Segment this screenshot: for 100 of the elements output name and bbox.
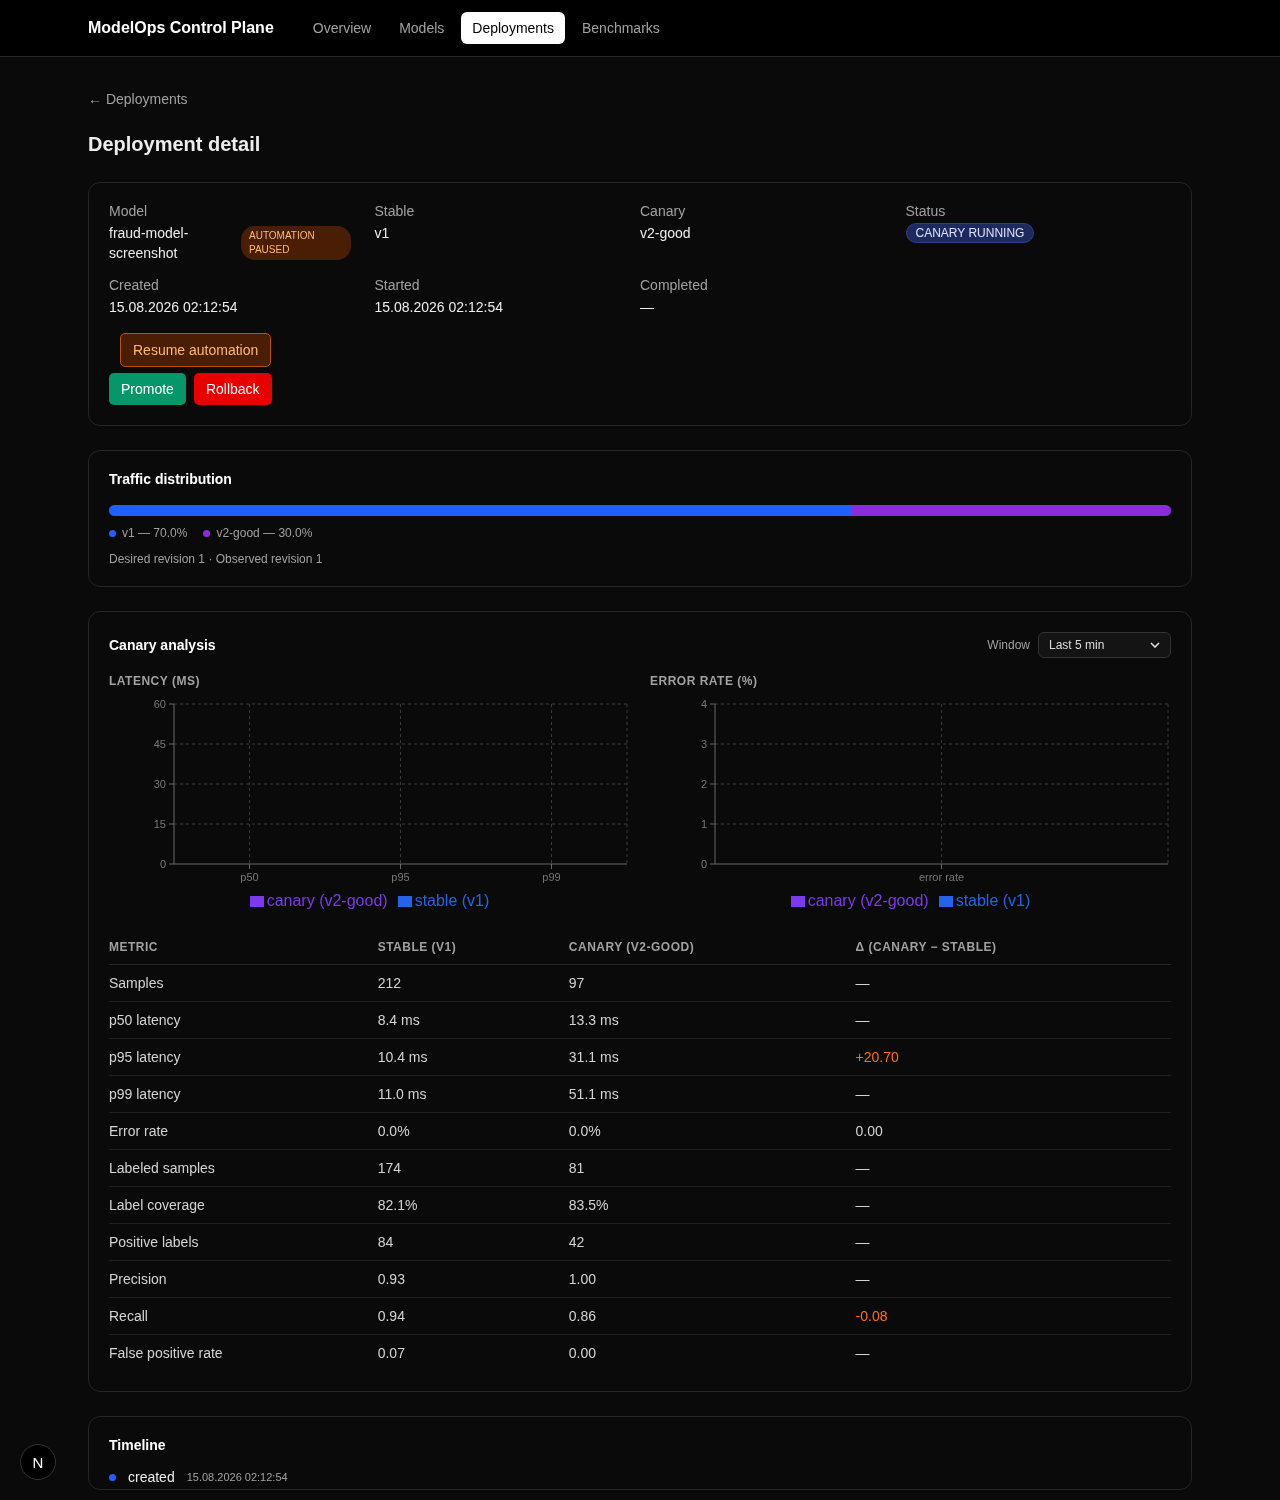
chevron-down-icon (1150, 642, 1160, 648)
column-header: METRIC (109, 940, 378, 965)
y-tick-label: 1 (700, 818, 707, 830)
table-cell: 212 (377, 964, 569, 1002)
nav-tab[interactable]: Models (388, 12, 456, 44)
section-title: Timeline (109, 1437, 167, 1453)
window-label: Window (987, 638, 1030, 652)
nav-tab[interactable]: Benchmarks (571, 12, 671, 44)
event-time: 15.08.2026 02:12:54 (186, 1471, 288, 1483)
table-cell: 0.07 (377, 1334, 569, 1371)
status-badge: AUTOMATION PAUSED (241, 226, 351, 260)
legend-label: canary (v2-good) (266, 892, 388, 910)
table-cell: 81 (568, 1149, 856, 1187)
status-badge: CANARY RUNNING (905, 223, 1035, 243)
table-cell: Error rate (109, 1112, 378, 1150)
table-cell: 84 (377, 1223, 569, 1261)
column-header: STABLE (V1) (377, 940, 569, 965)
y-tick-label: 15 (153, 818, 166, 830)
table-cell: — (855, 1260, 1171, 1298)
field-label: Completed (640, 277, 709, 293)
table-cell: 42 (568, 1223, 856, 1261)
field-value: — (640, 298, 655, 317)
table-cell: 0.93 (377, 1260, 569, 1298)
table-cell: — (855, 1223, 1171, 1261)
x-tick-label: p95 (391, 871, 410, 883)
table-cell: Recall (109, 1297, 378, 1335)
y-tick-label: 2 (700, 778, 707, 790)
x-tick-label: p50 (240, 871, 259, 883)
table-cell: Precision (109, 1260, 378, 1298)
resume-automation-button[interactable]: Resume automation (120, 333, 272, 367)
legend-label: canary (v2-good) (807, 892, 929, 910)
field-value: v1 (374, 224, 391, 243)
chart-title: LATENCY (MS) (109, 674, 201, 688)
nav-tab[interactable]: Overview (301, 12, 383, 44)
table-cell: Label coverage (109, 1186, 378, 1224)
section-title: Canary analysis (109, 637, 216, 653)
dev-badge[interactable]: N (20, 1444, 56, 1480)
window-select[interactable]: Last 5 min (1038, 632, 1171, 658)
field-value: 15.08.2026 02:12:54 (374, 298, 504, 317)
revision-note: Desired revision 1 · Observed revision 1 (109, 552, 324, 566)
field-label: Canary (640, 203, 687, 219)
y-tick-label: 3 (700, 738, 707, 750)
table-cell: 8.4 ms (377, 1001, 569, 1039)
table-cell: 0.0% (568, 1112, 856, 1150)
nav-tab[interactable]: Deployments (461, 12, 565, 44)
field-value: 15.08.2026 02:12:54 (109, 298, 239, 317)
table-cell: 97 (568, 964, 856, 1002)
x-tick-label: error rate (918, 871, 965, 883)
y-tick-label: 0 (700, 858, 707, 870)
field-value: v2-good (640, 224, 692, 243)
table-cell: 0.0% (377, 1112, 569, 1150)
table-cell: 13.3 ms (568, 1001, 856, 1039)
table-cell: 0.00 (855, 1112, 1171, 1150)
field-label: Stable (374, 203, 416, 219)
table-cell: 82.1% (377, 1186, 569, 1224)
y-tick-label: 45 (153, 738, 166, 750)
back-link[interactable]: ← Deployments (88, 91, 188, 107)
y-tick-label: 4 (700, 698, 707, 710)
chart-title: ERROR RATE (%) (650, 674, 759, 688)
table-cell: 174 (377, 1149, 569, 1187)
table-cell: — (855, 1334, 1171, 1371)
x-tick-label: p99 (542, 871, 561, 883)
table-cell: False positive rate (109, 1334, 378, 1371)
field-label: Started (374, 277, 421, 293)
y-tick-label: 60 (153, 698, 166, 710)
table-cell: 10.4 ms (377, 1038, 569, 1076)
table-cell: — (855, 1075, 1171, 1113)
table-cell: p99 latency (109, 1075, 378, 1113)
table-cell: — (855, 964, 1171, 1002)
table-cell: 31.1 ms (568, 1038, 856, 1076)
legend-label: stable (v1) (414, 892, 490, 910)
table-cell: 0.94 (377, 1297, 569, 1335)
rollback-button[interactable]: Rollback (193, 373, 272, 405)
table-cell: 0.86 (568, 1297, 856, 1335)
table-cell: p95 latency (109, 1038, 378, 1076)
table-cell: 83.5% (568, 1186, 856, 1224)
legend-label: v2-good — 30.0% (216, 526, 313, 540)
table-cell: 0.00 (568, 1334, 856, 1371)
table-cell: Samples (109, 964, 378, 1002)
event-name: created (128, 1469, 175, 1485)
page-title: Deployment detail (88, 133, 262, 156)
table-cell: — (855, 1186, 1171, 1224)
table-cell: — (855, 1001, 1171, 1039)
section-title: Traffic distribution (109, 471, 233, 487)
table-cell: Positive labels (109, 1223, 378, 1261)
y-tick-label: 0 (159, 858, 166, 870)
promote-button[interactable]: Promote (109, 373, 186, 405)
table-cell: — (855, 1149, 1171, 1187)
table-cell: Labeled samples (109, 1149, 378, 1187)
table-cell: 1.00 (568, 1260, 856, 1298)
field-value: fraud-model-screenshot (109, 224, 190, 263)
app-title: ModelOps Control Plane (88, 19, 274, 37)
table-cell: +20.70 (855, 1038, 1171, 1076)
legend-label: v1 — 70.0% (122, 526, 188, 540)
legend-label: stable (v1) (955, 892, 1031, 910)
column-header: Δ (CANARY − STABLE) (855, 940, 1171, 965)
table-cell: 11.0 ms (377, 1075, 569, 1113)
field-label: Status (905, 203, 947, 219)
table-cell: p50 latency (109, 1001, 378, 1039)
column-header: CANARY (V2-GOOD) (568, 940, 856, 965)
